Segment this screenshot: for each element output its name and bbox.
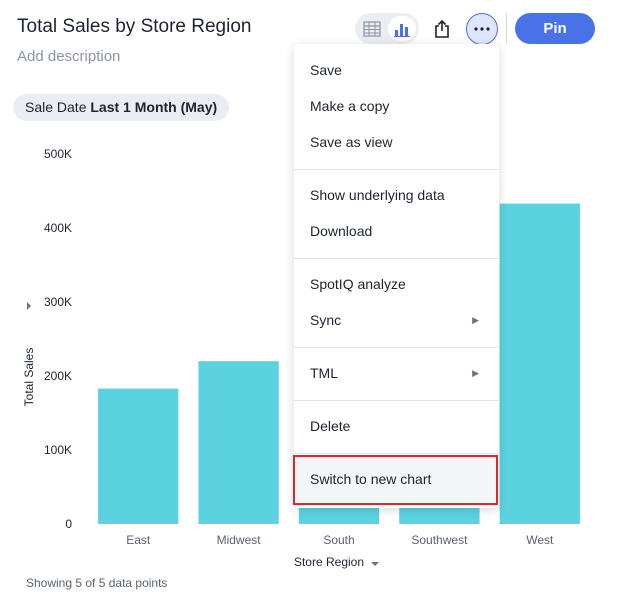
menu-divider <box>294 400 499 401</box>
pin-button[interactable]: Pin <box>515 13 595 44</box>
y-tick-label: 0 <box>65 517 72 531</box>
x-tick-label: South <box>323 533 354 547</box>
add-description-field[interactable]: Add description <box>17 48 120 65</box>
x-axis-ticks: East Midwest South Southwest West <box>126 533 554 547</box>
table-view-button[interactable] <box>358 16 386 41</box>
x-tick-label: West <box>526 533 554 547</box>
x-axis-title[interactable]: Store Region <box>294 555 379 569</box>
menu-item-label: TML <box>310 365 338 381</box>
menu-item-label: SpotIQ analyze <box>310 276 406 292</box>
y-axis-ticks: 0 100K 200K 300K 400K 500K <box>44 147 72 531</box>
y-axis-sort-icon <box>27 302 31 310</box>
menu-item-sync[interactable]: Sync ▶ <box>294 305 499 335</box>
share-button[interactable] <box>426 13 457 44</box>
share-icon <box>434 19 449 38</box>
menu-item-label: Save as view <box>310 134 393 150</box>
submenu-arrow-icon: ▶ <box>472 368 479 378</box>
filter-label: Sale Date <box>25 99 87 115</box>
y-axis-title[interactable]: Total Sales <box>22 302 36 406</box>
menu-item-label: Delete <box>310 418 351 434</box>
view-toggle[interactable] <box>355 13 419 44</box>
y-axis-label: Total Sales <box>22 348 36 407</box>
menu-item-show-underlying-data[interactable]: Show underlying data <box>294 180 499 210</box>
x-axis-label: Store Region <box>294 555 364 569</box>
y-tick-label: 300K <box>44 295 72 309</box>
chart-view-button[interactable] <box>388 16 416 41</box>
menu-item-spotiq-analyze[interactable]: SpotIQ analyze <box>294 269 499 299</box>
menu-item-download[interactable]: Download <box>294 216 499 246</box>
menu-item-label: Make a copy <box>310 98 390 114</box>
toolbar-divider <box>506 13 507 44</box>
menu-item-label: Save <box>310 62 342 78</box>
filter-value: Last 1 Month (May) <box>90 99 218 115</box>
y-tick-label: 500K <box>44 147 72 161</box>
menu-item-make-a-copy[interactable]: Make a copy <box>294 91 499 121</box>
menu-item-tml[interactable]: TML ▶ <box>294 358 499 388</box>
x-tick-label: Midwest <box>217 533 262 547</box>
more-icon <box>474 27 490 31</box>
x-tick-label: Southwest <box>411 533 468 547</box>
menu-item-label: Switch to new chart <box>310 471 432 487</box>
y-tick-label: 400K <box>44 221 72 235</box>
menu-divider <box>294 453 499 454</box>
bar-east[interactable] <box>98 388 179 524</box>
bar-midwest[interactable] <box>198 361 279 524</box>
menu-item-label: Show underlying data <box>310 187 445 203</box>
sale-date-filter-chip[interactable]: Sale Date Last 1 Month (May) <box>13 94 230 121</box>
chart-title[interactable]: Total Sales by Store Region <box>17 16 251 38</box>
menu-item-save-as-view[interactable]: Save as view <box>294 127 499 157</box>
menu-item-label: Download <box>310 223 373 239</box>
data-points-status: Showing 5 of 5 data points <box>26 576 168 590</box>
menu-divider <box>294 347 499 348</box>
bar-west[interactable] <box>499 203 580 524</box>
y-tick-label: 200K <box>44 369 72 383</box>
x-axis-sort-icon <box>371 562 379 566</box>
x-tick-label: East <box>126 533 151 547</box>
menu-item-save[interactable]: Save <box>294 55 499 85</box>
table-icon <box>363 20 381 37</box>
menu-item-switch-to-new-chart[interactable]: Switch to new chart <box>294 455 499 503</box>
y-tick-label: 100K <box>44 443 72 457</box>
menu-divider <box>294 169 499 170</box>
menu-item-delete[interactable]: Delete <box>294 411 499 441</box>
bar-chart-icon <box>394 23 410 37</box>
menu-divider <box>294 258 499 259</box>
more-options-button[interactable] <box>466 13 498 45</box>
more-options-menu: Save Make a copy Save as view Show under… <box>294 44 499 508</box>
submenu-arrow-icon: ▶ <box>472 315 479 325</box>
menu-item-label: Sync <box>310 312 342 328</box>
